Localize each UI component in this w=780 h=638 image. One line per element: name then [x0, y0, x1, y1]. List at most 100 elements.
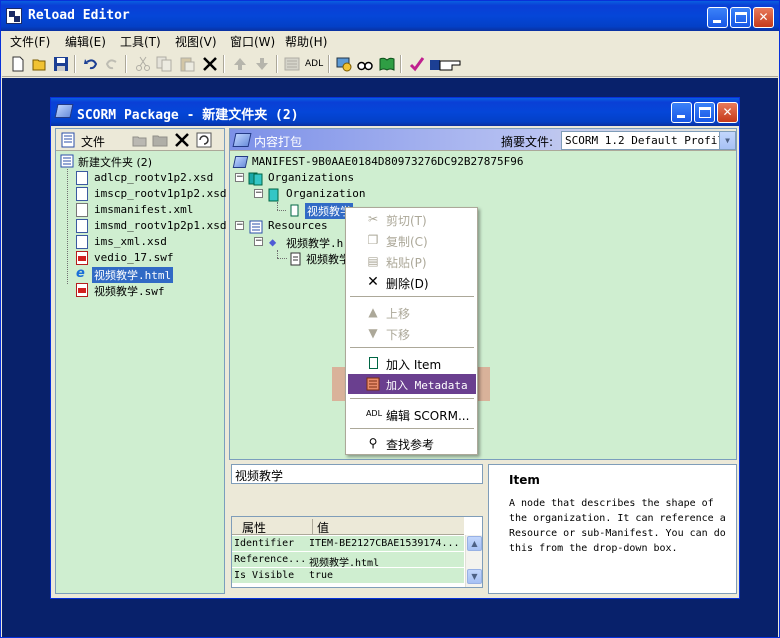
open-icon[interactable]	[32, 56, 48, 72]
package-title-bar[interactable]: SCORM Package - 新建文件夹 (2) ✕	[51, 98, 739, 126]
properties-scrollbar[interactable]: ▲ ▼	[465, 535, 482, 587]
file-name: ims_xml.xsd	[94, 235, 167, 248]
minimize-button[interactable]	[707, 7, 728, 28]
scroll-up-icon[interactable]: ▲	[467, 536, 482, 551]
resource-icon: ◆	[269, 235, 277, 249]
menu-tools[interactable]: 工具(T)	[120, 33, 161, 50]
cut-icon: ✂	[367, 212, 379, 226]
delete-icon: ✕	[367, 274, 379, 290]
menu-separator	[350, 347, 474, 348]
organizations-icon	[248, 172, 263, 186]
manifest-icon	[232, 156, 249, 168]
menu-item-move-down[interactable]: ▼ 下移	[348, 323, 476, 343]
menu-item-add-metadata[interactable]: 加入 Metadata	[348, 374, 476, 394]
menu-item-paste[interactable]: ▤ 粘贴(P)	[348, 251, 476, 271]
collapse-organizations[interactable]: −	[235, 173, 244, 182]
files-panel: 文件 新建文件夹 (2) adlcp_rootv1p2.xsd imscp_ro…	[55, 128, 226, 594]
table-row[interactable]: Is Visible true	[232, 568, 464, 584]
menu-view[interactable]: 视图(V)	[175, 33, 217, 50]
toolbar: ADL	[2, 51, 778, 77]
menu-separator	[350, 296, 474, 297]
validate-icon[interactable]	[409, 56, 425, 72]
property-key: Identifier	[234, 538, 295, 549]
menu-help[interactable]: 帮助(H)	[285, 33, 327, 50]
collapse-organization[interactable]: −	[254, 189, 263, 198]
menu-item-edit-scorm[interactable]: ADL 编辑 SCORM...	[348, 404, 476, 424]
folder-icon[interactable]	[152, 132, 168, 148]
package-title: SCORM Package - 新建文件夹 (2)	[77, 108, 299, 123]
package-minimize-button[interactable]	[671, 102, 692, 123]
column-header-value: 值	[312, 519, 329, 535]
menu-item-cut[interactable]: ✂ 剪切(T)	[348, 209, 476, 229]
collapse-resource[interactable]: −	[254, 237, 263, 246]
table-row[interactable]: Reference... 视频教学.html	[232, 552, 464, 569]
undo-icon[interactable]	[83, 56, 99, 72]
item-icon	[369, 357, 378, 369]
toolbar-separator	[74, 55, 76, 73]
menu-item-move-up[interactable]: ▲ 上移	[348, 302, 476, 322]
cut-icon[interactable]	[135, 56, 151, 72]
organization-icon	[268, 188, 279, 202]
new-icon[interactable]	[10, 56, 26, 72]
menu-item-add-item[interactable]: 加入 Item	[348, 353, 476, 373]
save-icon[interactable]	[53, 56, 69, 72]
copy-icon[interactable]	[156, 56, 172, 72]
menu-window[interactable]: 窗口(W)	[230, 33, 275, 50]
adl-button[interactable]: ADL	[305, 59, 325, 75]
menu-file[interactable]: 文件(F)	[10, 33, 50, 50]
package-close-button[interactable]: ✕	[717, 102, 738, 123]
title-bar[interactable]: Reload Editor ✕	[1, 1, 779, 31]
content-package-panel: 内容打包 摘要文件: SCORM 1.2 Default Profile ▼ M…	[229, 128, 737, 460]
help-panel: Item A node that describes the shape of …	[488, 464, 737, 594]
menu-edit[interactable]: 编辑(E)	[65, 33, 106, 50]
metadata-icon	[366, 377, 380, 391]
delete-icon[interactable]	[202, 56, 218, 72]
html-file-icon: e	[76, 266, 85, 281]
organizations-label: Organizations	[268, 171, 355, 184]
table-row[interactable]: Identifier ITEM-BE2127CBAE1539174...	[232, 536, 464, 552]
maximize-icon	[699, 107, 711, 118]
menu-item-delete[interactable]: ✕ 删除(D)	[348, 272, 476, 292]
menu-item-label: 删除(D)	[386, 277, 429, 291]
files-icon	[61, 132, 75, 148]
maximize-button[interactable]	[730, 7, 751, 28]
pointing-hand-icon[interactable]	[430, 56, 464, 72]
close-icon: ✕	[722, 105, 733, 119]
menu-item-copy[interactable]: ❐ 复制(C)	[348, 230, 476, 250]
book-icon[interactable]	[379, 56, 395, 72]
metadata-icon[interactable]	[284, 56, 300, 72]
chevron-down-icon[interactable]: ▼	[719, 132, 735, 149]
menu-item-find-reference[interactable]: ⚲ 查找参考	[348, 433, 476, 453]
property-value: true	[309, 570, 334, 581]
delete-file-icon[interactable]	[174, 132, 190, 148]
content-panel-label: 内容打包	[254, 135, 303, 149]
package-maximize-button[interactable]	[694, 102, 715, 123]
maximize-icon	[735, 12, 747, 23]
move-down-icon[interactable]	[254, 56, 270, 72]
minimize-icon	[677, 115, 685, 118]
move-up-icon[interactable]	[232, 56, 248, 72]
preview-icon[interactable]	[336, 56, 352, 72]
item-title-input[interactable]: 视频教学	[231, 464, 483, 484]
redo-icon[interactable]	[104, 56, 120, 72]
property-value: ITEM-BE2127CBAE1539174...	[309, 538, 460, 549]
import-icon[interactable]	[132, 132, 148, 148]
content-package-icon	[232, 133, 252, 147]
refresh-icon[interactable]	[196, 132, 212, 148]
xml-file-icon	[76, 203, 88, 217]
adl-icon: ADL	[365, 409, 383, 418]
toolbar-separator	[223, 55, 225, 73]
item-title-panel: 视频教学 属性 值 Identifier ITEM-BE2127CBAE1539…	[229, 464, 485, 594]
scroll-down-icon[interactable]: ▼	[467, 569, 482, 584]
properties-header: 属性 值	[232, 517, 464, 535]
file-icon	[290, 252, 301, 266]
binoculars-icon[interactable]	[357, 56, 373, 72]
paste-icon[interactable]	[179, 56, 195, 72]
close-button[interactable]: ✕	[753, 7, 774, 28]
menu-item-label: 剪切(T)	[386, 214, 427, 228]
copy-icon: ❐	[367, 233, 379, 247]
collapse-resources[interactable]: −	[235, 221, 244, 230]
tree-line	[67, 169, 68, 284]
profile-dropdown[interactable]: SCORM 1.2 Default Profile ▼	[561, 131, 736, 150]
profile-value: SCORM 1.2 Default Profile	[565, 134, 731, 147]
